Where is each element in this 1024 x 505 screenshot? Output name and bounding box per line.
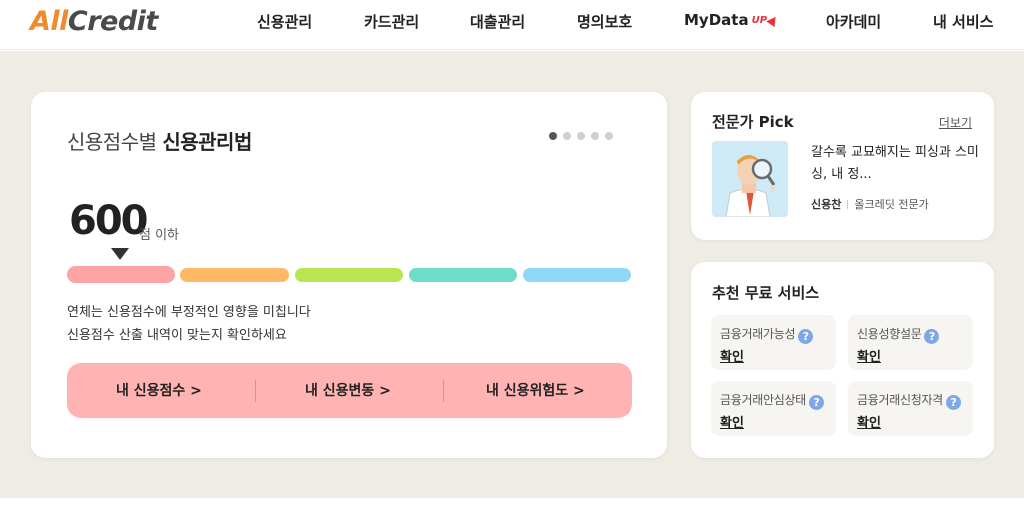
service-label-text: 신용성향설문 <box>857 327 922 341</box>
article-thumbnail[interactable] <box>712 141 788 217</box>
magnifier-man-illustration <box>712 141 788 217</box>
nav-card-management[interactable]: 카드관리 <box>364 11 419 32</box>
description-line-2: 신용점수 산출 내역이 맞는지 확인하세요 <box>67 328 287 343</box>
service-tile-financial-safety[interactable]: 금융거래안심상태? 확인 <box>711 381 836 436</box>
score-band-4[interactable] <box>409 268 517 282</box>
footer-strip <box>0 498 1024 505</box>
help-icon[interactable]: ? <box>808 395 824 410</box>
more-link[interactable]: 더보기 <box>939 114 972 131</box>
my-credit-score-button[interactable]: 내 신용점수 > <box>116 380 202 400</box>
service-tile-financial-possibility[interactable]: 금융거래가능성? 확인 <box>711 315 836 370</box>
card-title-bold: 신용관리법 <box>162 130 252 154</box>
service-label-text: 금융거래가능성 <box>720 327 796 341</box>
help-icon[interactable]: ? <box>798 329 814 344</box>
slide-dot-1[interactable] <box>549 132 557 140</box>
service-tile-application-eligibility[interactable]: 금융거래신청자격? 확인 <box>848 381 973 436</box>
divider <box>847 200 849 209</box>
nav-academy[interactable]: 아카데미 <box>826 11 881 32</box>
help-icon[interactable]: ? <box>924 329 940 344</box>
nav-mydata-label: MyData <box>684 11 749 29</box>
score-band-5[interactable] <box>523 268 631 282</box>
service-check-link[interactable]: 확인 <box>720 412 744 431</box>
my-credit-risk-button[interactable]: 내 신용위험도 > <box>486 380 585 400</box>
nav-credit-management[interactable]: 신용관리 <box>257 11 312 32</box>
divider <box>255 380 256 402</box>
help-icon[interactable]: ? <box>945 395 961 410</box>
nav-identity-protection[interactable]: 명의보호 <box>577 11 632 32</box>
slide-dot-3[interactable] <box>577 132 585 140</box>
mydata-up-badge: UP <box>751 15 768 26</box>
service-check-link[interactable]: 확인 <box>857 412 881 431</box>
service-label-text: 금융거래안심상태 <box>720 393 806 407</box>
credit-guide-card: 신용점수별 신용관리법 600 점 이하 연체는 신용점수에 부정적인 영향을 … <box>31 92 667 458</box>
slide-indicators <box>549 125 619 144</box>
service-check-link[interactable]: 확인 <box>857 346 881 365</box>
score-value: 600 <box>69 198 148 244</box>
nav-mydata[interactable]: MyData UP <box>684 11 780 29</box>
service-tile-credit-survey[interactable]: 신용성향설문? 확인 <box>848 315 973 370</box>
nav-loan-management[interactable]: 대출관리 <box>470 11 525 32</box>
up-arrow-icon <box>766 13 780 28</box>
service-label: 금융거래가능성? <box>720 325 814 344</box>
service-check-link[interactable]: 확인 <box>720 346 744 365</box>
score-unit: 점 이하 <box>139 228 180 243</box>
card-title: 신용점수별 신용관리법 <box>67 126 252 155</box>
action-button-bar: 내 신용점수 > 내 신용변동 > 내 신용위험도 > <box>67 363 632 418</box>
main-nav: 신용관리 카드관리 대출관리 명의보호 MyData UP 아카데미 내 서비스 <box>0 0 1024 50</box>
score-band-3[interactable] <box>295 268 403 282</box>
divider <box>443 380 444 402</box>
slide-dot-5[interactable] <box>605 132 613 140</box>
description-line-1: 연체는 신용점수에 부정적인 영향을 미칩니다 <box>67 305 311 320</box>
service-label-text: 금융거래신청자격 <box>857 393 943 407</box>
slide-dot-2[interactable] <box>563 132 571 140</box>
score-pointer-icon <box>111 248 129 260</box>
services-title: 추천 무료 서비스 <box>712 284 820 302</box>
recommended-services-card: 추천 무료 서비스 금융거래가능성? 확인 신용성향설문? 확인 금융거래안심상… <box>691 262 994 458</box>
card-title-light: 신용점수별 <box>67 130 163 154</box>
service-label: 금융거래신청자격? <box>857 391 961 410</box>
article-author: 신용찬 올크레딧 전문가 <box>811 196 929 212</box>
author-org: 올크레딧 전문가 <box>854 198 929 211</box>
author-name: 신용찬 <box>811 198 842 211</box>
slide-dot-4[interactable] <box>591 132 599 140</box>
header: AllCredit 신용관리 카드관리 대출관리 명의보호 MyData UP 아… <box>0 0 1024 50</box>
expert-pick-card: 전문가 Pick 더보기 갈수록 교묘해지는 피싱과 스미싱, 내 정... 신… <box>691 92 994 240</box>
score-band-2[interactable] <box>180 268 289 282</box>
my-credit-change-button[interactable]: 내 신용변동 > <box>305 380 391 400</box>
article-title-link[interactable]: 갈수록 교묘해지는 피싱과 스미싱, 내 정... <box>811 142 981 186</box>
nav-my-services[interactable]: 내 서비스 <box>933 11 993 32</box>
service-label: 신용성향설문? <box>857 325 940 344</box>
score-band-1[interactable] <box>67 266 175 283</box>
service-label: 금융거래안심상태? <box>720 391 824 410</box>
expert-pick-title: 전문가 Pick <box>712 113 794 131</box>
